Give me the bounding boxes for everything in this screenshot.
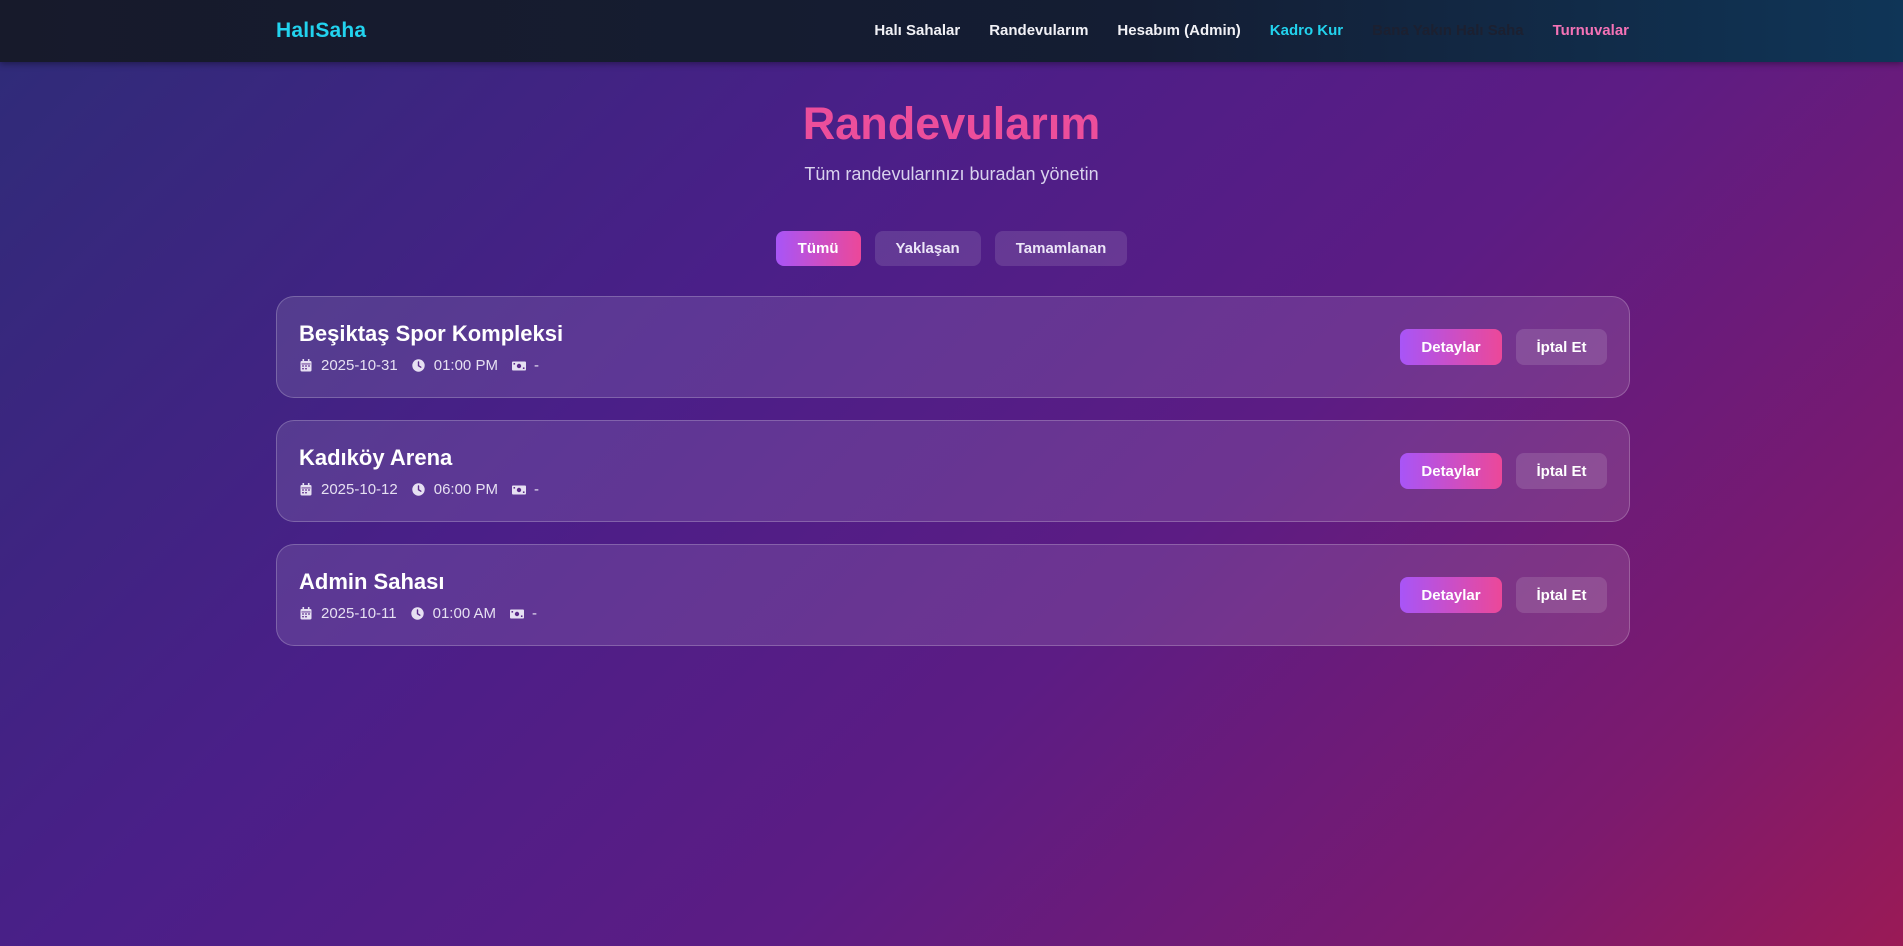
- appointment-actions: Detaylar İptal Et: [1400, 329, 1607, 365]
- cancel-button[interactable]: İptal Et: [1516, 577, 1607, 613]
- nav-item-bana-yakin[interactable]: Bana Yakın Halı Saha: [1372, 22, 1523, 39]
- appointment-meta: 2025-10-12 06:00 PM -: [299, 481, 553, 498]
- appointment-date: 2025-10-12: [299, 481, 398, 498]
- appointment-meta: 2025-10-11 01:00 AM -: [299, 605, 551, 622]
- appointment-price-value: -: [533, 481, 539, 498]
- appointment-venue-name: Kadıköy Arena: [299, 445, 453, 470]
- appointment-meta: 2025-10-31 01:00 PM -: [299, 357, 553, 374]
- appointment-price-value: -: [532, 605, 538, 622]
- appointment-time: 01:00 PM: [412, 357, 498, 374]
- calendar-icon: [299, 483, 313, 497]
- appointment-date: 2025-10-31: [299, 357, 398, 374]
- details-button[interactable]: Detaylar: [1400, 577, 1502, 613]
- nav-item-turnuvalar[interactable]: Turnuvalar: [1553, 22, 1629, 39]
- appointment-time-value: 01:00 AM: [432, 605, 497, 622]
- filter-all-button[interactable]: Tümü: [775, 231, 861, 266]
- brand-logo[interactable]: HalıSaha: [276, 19, 366, 43]
- page-subtitle: Tüm randevularınızı buradan yönetin: [804, 164, 1099, 184]
- appointment-venue-name: Admin Sahası: [299, 569, 445, 594]
- clock-icon: [411, 607, 425, 621]
- cancel-button[interactable]: İptal Et: [1516, 329, 1607, 365]
- appointment-time: 06:00 PM: [412, 481, 498, 498]
- nav-item-hesabim[interactable]: Hesabım (Admin): [1117, 22, 1240, 39]
- appointment-date-value: 2025-10-11: [321, 605, 397, 622]
- details-button[interactable]: Detaylar: [1400, 453, 1502, 489]
- appointment-list: Beşiktaş Spor Kompleksi 2025-10-31 01:00…: [276, 296, 1630, 668]
- clock-icon: [412, 359, 426, 373]
- calendar-icon: [299, 359, 313, 373]
- details-button[interactable]: Detaylar: [1400, 329, 1502, 365]
- nav-links: Halı Sahalar Randevularım Hesabım (Admin…: [874, 22, 1629, 39]
- appointment-price: -: [511, 357, 539, 374]
- appointment-date-value: 2025-10-31: [321, 357, 398, 374]
- nav-item-hali-sahalar[interactable]: Halı Sahalar: [874, 22, 960, 39]
- top-navbar: HalıSaha Halı Sahalar Randevularım Hesab…: [0, 0, 1903, 62]
- appointment-date-value: 2025-10-12: [321, 481, 398, 498]
- appointment-price-value: -: [533, 357, 539, 374]
- appointment-card: Admin Sahası 2025-10-11 01:00 AM - Detay…: [276, 544, 1630, 646]
- appointment-time-value: 01:00 PM: [433, 357, 498, 374]
- clock-icon: [412, 483, 426, 497]
- appointment-card: Beşiktaş Spor Kompleksi 2025-10-31 01:00…: [276, 296, 1630, 398]
- filter-tabs: Tümü Yaklaşan Tamamlanan: [0, 231, 1903, 266]
- money-icon: [511, 483, 526, 497]
- appointment-actions: Detaylar İptal Et: [1400, 453, 1607, 489]
- nav-item-kadro-kur[interactable]: Kadro Kur: [1270, 22, 1343, 39]
- appointment-card: Kadıköy Arena 2025-10-12 06:00 PM - Deta…: [276, 420, 1630, 522]
- filter-upcoming-button[interactable]: Yaklaşan: [874, 231, 981, 266]
- appointment-date: 2025-10-11: [299, 605, 397, 622]
- appointment-actions: Detaylar İptal Et: [1400, 577, 1607, 613]
- money-icon: [511, 359, 526, 373]
- appointment-price: -: [511, 481, 539, 498]
- appointment-time: 01:00 AM: [411, 605, 496, 622]
- cancel-button[interactable]: İptal Et: [1516, 453, 1607, 489]
- calendar-icon: [299, 607, 313, 621]
- page-title: Randevularım: [802, 98, 1101, 149]
- appointment-price: -: [510, 605, 537, 622]
- appointment-time-value: 06:00 PM: [433, 481, 498, 498]
- nav-item-randevularim[interactable]: Randevularım: [989, 22, 1088, 39]
- appointment-venue-name: Beşiktaş Spor Kompleksi: [299, 321, 564, 346]
- money-icon: [510, 607, 525, 621]
- filter-completed-button[interactable]: Tamamlanan: [994, 231, 1128, 266]
